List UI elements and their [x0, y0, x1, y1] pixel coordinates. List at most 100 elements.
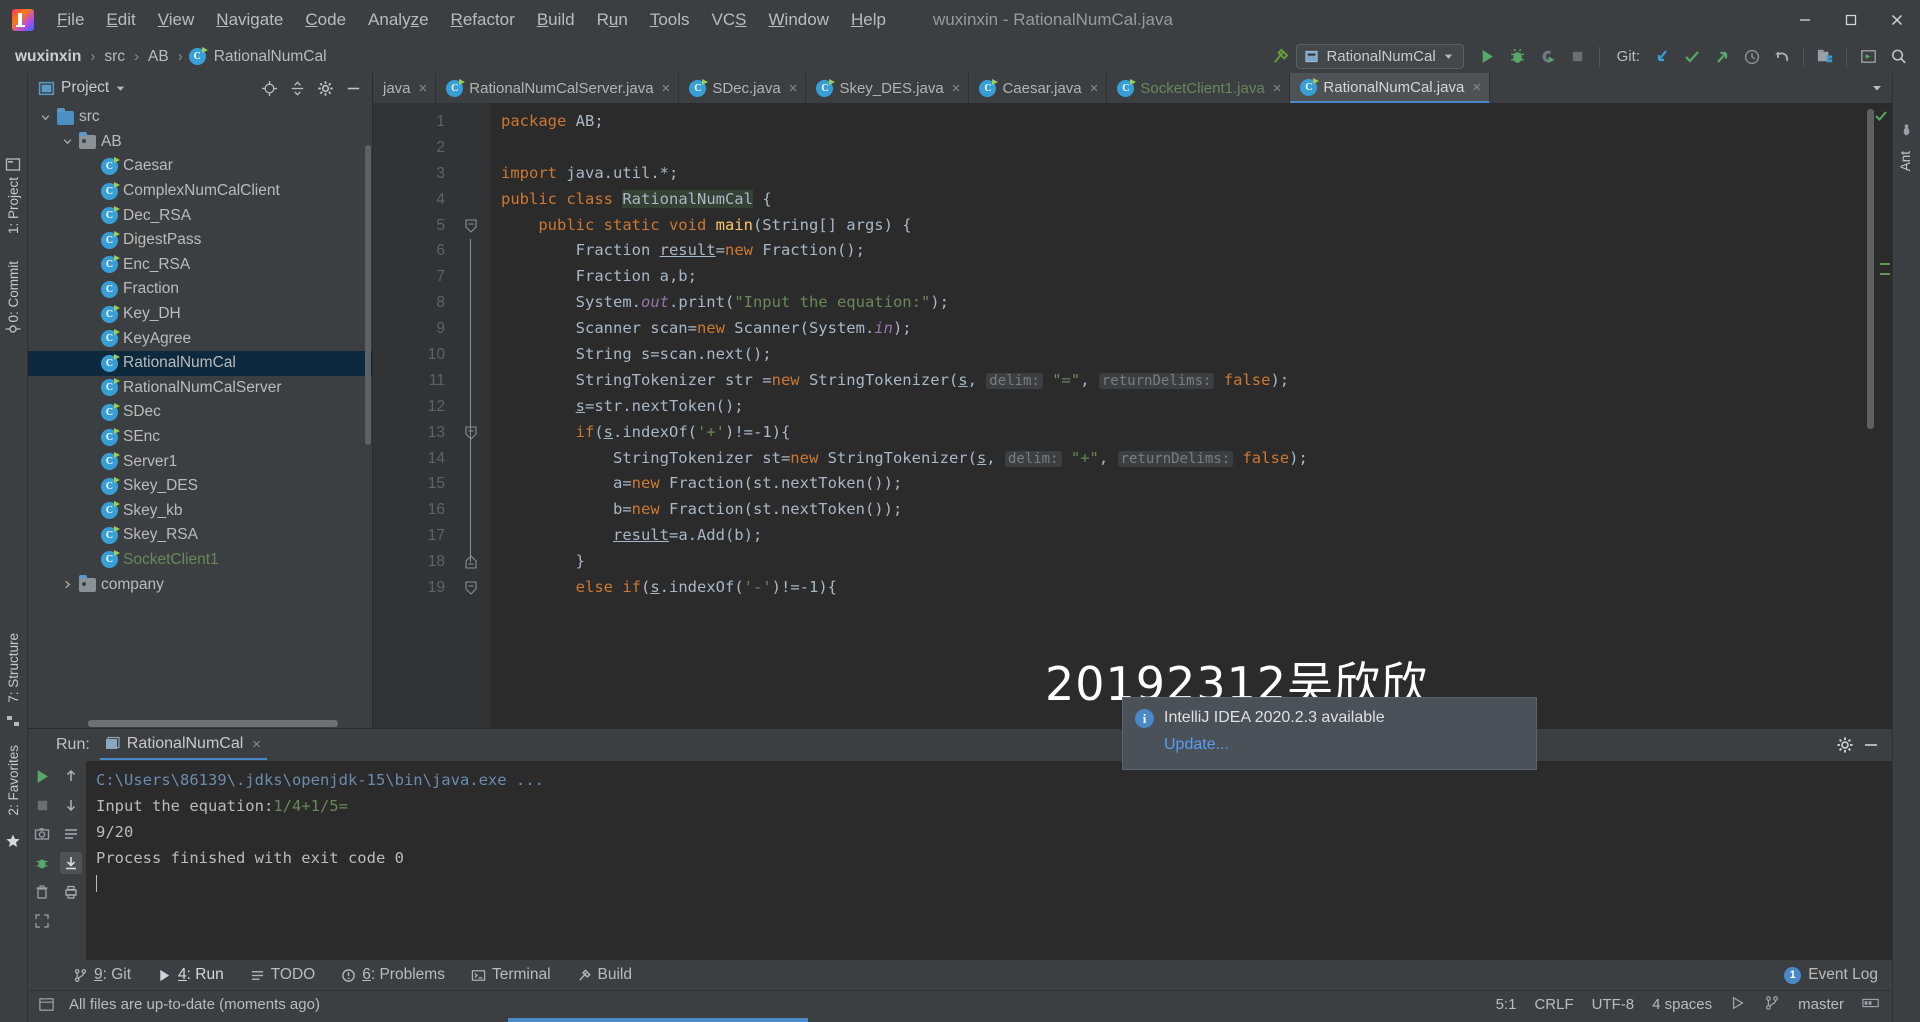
chevron-right-icon[interactable] — [60, 579, 74, 590]
menu-item-tools[interactable]: Tools — [639, 6, 701, 34]
chevron-down-icon[interactable] — [115, 83, 126, 94]
locate-icon[interactable] — [258, 77, 280, 99]
git-branch[interactable]: master — [1798, 996, 1844, 1013]
project-tree[interactable]: src AB C Caesar C ComplexNumCalClient C Dec_RSA… — [28, 103, 372, 728]
update-project-icon[interactable] — [1648, 44, 1676, 70]
tree-item-caesar[interactable]: C Caesar — [28, 154, 372, 179]
caret-position[interactable]: 5:1 — [1496, 996, 1517, 1013]
commit-icon[interactable] — [1678, 44, 1706, 70]
maximize-button[interactable] — [1828, 0, 1874, 40]
tab-close-icon[interactable]: × — [1472, 79, 1481, 96]
bottom-scroll-thumb[interactable] — [508, 1018, 808, 1022]
editor-tab-rationalnumcal-java[interactable]: C RationalNumCal.java × — [1290, 73, 1491, 103]
menu-item-vcs[interactable]: VCS — [701, 6, 758, 34]
tree-item-rationalnumcalserver[interactable]: C RationalNumCalServer — [28, 376, 372, 401]
hide-icon[interactable] — [1860, 734, 1882, 756]
scroll-up-icon[interactable] — [60, 765, 82, 787]
notification-update-link[interactable]: Update... — [1164, 736, 1385, 754]
tree-item-sdec[interactable]: C SDec — [28, 400, 372, 425]
editor-tab-java[interactable]: java × — [373, 73, 437, 103]
event-log-tab[interactable]: Event Log — [1808, 960, 1878, 990]
code-editor[interactable]: 1 2 3 4 5 6 7 8 9 10 11 12 13 14 15 16 17 18 19 package AB… — [373, 103, 1892, 728]
editor-tab-skey_des-java[interactable]: C Skey_DES.java × — [806, 73, 970, 103]
tree-item-server1[interactable]: C Server1 — [28, 449, 372, 474]
menu-item-view[interactable]: View — [147, 6, 206, 34]
bottom-scroll-strip[interactable] — [28, 1018, 1892, 1022]
push-icon[interactable] — [1708, 44, 1736, 70]
source-code[interactable]: package AB; import java.util.*; public cla… — [491, 103, 1876, 728]
folding-gutter[interactable] — [451, 103, 491, 728]
stop-button[interactable] — [1564, 44, 1592, 70]
tab-close-icon[interactable]: × — [952, 80, 961, 97]
debug-icon[interactable] — [31, 852, 53, 874]
sidebar-item-commit[interactable]: 0: Commit — [6, 261, 21, 323]
tree-item-keyagree[interactable]: C KeyAgree — [28, 326, 372, 351]
tree-item-senc[interactable]: C SEnc — [28, 425, 372, 450]
search-everywhere-icon[interactable] — [1884, 44, 1912, 70]
tab-close-icon[interactable]: × — [789, 80, 798, 97]
tree-item-skey_kb[interactable]: C Skey_kb — [28, 499, 372, 524]
tab-close-icon[interactable]: × — [419, 80, 428, 97]
chevron-down-icon[interactable] — [38, 112, 52, 123]
build-hammer-icon[interactable] — [1266, 44, 1294, 70]
minimize-button[interactable] — [1782, 0, 1828, 40]
tab-close-icon[interactable]: × — [1090, 80, 1099, 97]
run-configuration-selector[interactable]: RationalNumCal — [1296, 44, 1464, 69]
menu-item-window[interactable]: Window — [758, 6, 840, 34]
tab-close-icon[interactable]: × — [662, 80, 671, 97]
tree-item-complexnumcalclient[interactable]: C ComplexNumCalClient — [28, 179, 372, 204]
bottom-tab-4-run[interactable]: 4: Run — [144, 960, 237, 990]
tree-horizontal-scrollbar[interactable] — [88, 720, 338, 727]
rollback-icon[interactable] — [1768, 44, 1796, 70]
project-tool-icon[interactable] — [5, 157, 23, 175]
project-structure-icon[interactable] — [1811, 44, 1839, 70]
tree-item-fraction[interactable]: C Fraction — [28, 277, 372, 302]
bottom-tab-todo[interactable]: TODO — [237, 960, 329, 990]
sidebar-item-favorites[interactable]: 2: Favorites — [6, 745, 21, 816]
breadcrumb-item-rationalnumcal[interactable]: RationalNumCal — [211, 48, 330, 66]
sidebar-item-ant[interactable]: Ant — [1898, 151, 1913, 171]
menu-item-help[interactable]: Help — [840, 6, 897, 34]
editor-vertical-scrollbar[interactable] — [1867, 109, 1874, 429]
editor-tab-caesar-java[interactable]: C Caesar.java × — [969, 73, 1108, 103]
menu-item-navigate[interactable]: Navigate — [205, 6, 294, 34]
folding-marker[interactable] — [451, 575, 491, 601]
run-tab-close-icon[interactable]: × — [252, 736, 261, 753]
editor-tab-sdec-java[interactable]: C SDec.java × — [679, 73, 807, 103]
favorites-star-icon[interactable] — [5, 833, 23, 851]
file-encoding[interactable]: UTF-8 — [1592, 996, 1635, 1013]
ant-build-icon[interactable] — [1899, 123, 1917, 141]
line-separator[interactable]: CRLF — [1534, 996, 1573, 1013]
soft-wrap-icon[interactable] — [60, 823, 82, 845]
menu-item-refactor[interactable]: Refactor — [440, 6, 526, 34]
tree-item-dec_rsa[interactable]: C Dec_RSA — [28, 203, 372, 228]
run-with-coverage-button[interactable] — [1534, 44, 1562, 70]
tree-item-skey_des[interactable]: C Skey_DES — [28, 474, 372, 499]
folding-marker[interactable] — [451, 420, 491, 446]
tree-item-ab[interactable]: AB — [28, 130, 372, 155]
tree-vertical-scrollbar[interactable] — [365, 145, 371, 445]
tree-item-socketclient1[interactable]: C SocketClient1 — [28, 548, 372, 573]
indent-size[interactable]: 4 spaces — [1652, 996, 1712, 1013]
expand-icon[interactable] — [31, 910, 53, 932]
tree-item-skey_rsa[interactable]: C Skey_RSA — [28, 523, 372, 548]
update-notification-balloon[interactable]: i IntelliJ IDEA 2020.2.3 available Updat… — [1122, 697, 1537, 770]
inspection-ok-icon[interactable] — [1874, 109, 1888, 123]
settings-gear-icon[interactable] — [1834, 734, 1856, 756]
menu-item-code[interactable]: Code — [294, 6, 357, 34]
console-output[interactable]: C:\Users\86139\.jdks\openjdk-15\bin\java… — [86, 761, 1892, 960]
breadcrumb-item-src[interactable]: src — [101, 48, 128, 66]
tree-item-key_dh[interactable]: C Key_DH — [28, 302, 372, 327]
tab-close-icon[interactable]: × — [1273, 80, 1282, 97]
sidebar-item-project[interactable]: 1: Project — [6, 177, 21, 234]
trash-icon[interactable] — [31, 881, 53, 903]
git-branch-icon[interactable] — [1764, 995, 1780, 1015]
menu-item-analyze[interactable]: Analyze — [357, 6, 440, 34]
debug-button[interactable] — [1504, 44, 1532, 70]
hide-icon[interactable] — [342, 77, 364, 99]
tree-item-company[interactable]: company — [28, 572, 372, 597]
structure-tool-icon[interactable] — [5, 713, 23, 731]
sidebar-item-structure[interactable]: 7: Structure — [6, 633, 21, 703]
tab-list-chevron-icon[interactable] — [1862, 73, 1892, 103]
run-tab-rationalnumcal[interactable]: RationalNumCal × — [99, 730, 268, 760]
